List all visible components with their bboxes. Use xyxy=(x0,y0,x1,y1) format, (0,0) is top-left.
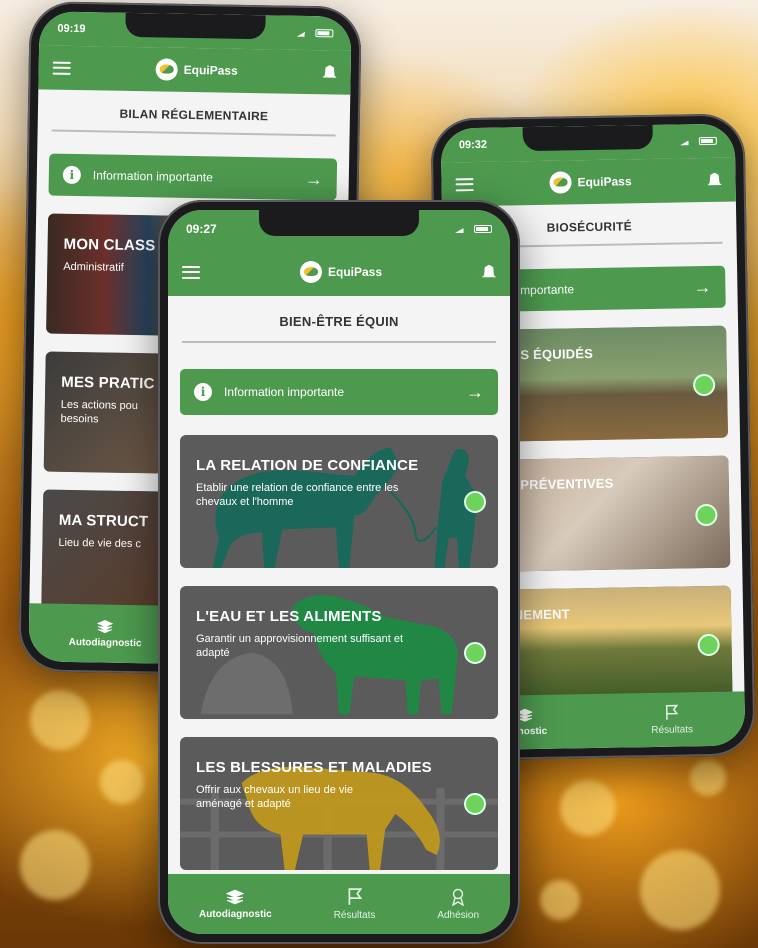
flag-icon xyxy=(665,704,679,720)
signal-icon xyxy=(455,225,469,233)
app-name: EquiPass xyxy=(577,174,632,190)
check-dot-icon xyxy=(464,491,486,513)
app-name: EquiPass xyxy=(327,265,383,279)
arrow-right-icon: → xyxy=(304,168,323,189)
info-important-button[interactable]: i Information importante → xyxy=(48,153,338,201)
phone-center: 09:27 EquiPass BIEN-ÊTRE ÉQUIN i Informa… xyxy=(158,200,520,944)
card-title: MES PRATIC xyxy=(61,373,155,393)
category-card-eau-aliments[interactable]: L'EAU ET LES ALIMENTS Garantir un approv… xyxy=(180,586,498,719)
battery-icon xyxy=(698,136,717,146)
bokeh-light xyxy=(690,760,726,796)
menu-icon[interactable] xyxy=(52,61,71,75)
equipass-logo xyxy=(549,171,572,194)
phone-center-screen: 09:27 EquiPass BIEN-ÊTRE ÉQUIN i Informa… xyxy=(168,210,510,934)
card-description: Garantir un approvisionnement suffisant … xyxy=(196,633,404,659)
card-title: LA RELATION DE CONFIANCE xyxy=(196,457,419,474)
status-time: 09:27 xyxy=(186,222,217,236)
info-icon: i xyxy=(194,383,212,401)
info-important-button[interactable]: i Information importante → xyxy=(180,369,498,415)
card-title: LES BLESSURES ET MALADIES xyxy=(196,759,432,776)
phone-notch xyxy=(125,12,266,40)
bokeh-light xyxy=(30,690,90,750)
app-bar: EquiPass xyxy=(441,157,736,207)
tab-autodiagnostic[interactable]: Autodiagnostic xyxy=(68,618,142,649)
stack-icon xyxy=(97,619,114,633)
signal-icon xyxy=(296,29,310,37)
tab-bar: Autodiagnostic Résultats Adhésion xyxy=(168,874,510,934)
signal-icon xyxy=(680,137,694,145)
card-title: MA STRUCT xyxy=(58,511,149,531)
card-title: MON CLASS xyxy=(63,235,156,255)
status-icons xyxy=(680,136,717,146)
tab-label: Résultats xyxy=(651,723,694,736)
info-icon: i xyxy=(62,165,82,185)
bokeh-light xyxy=(100,760,144,804)
battery-icon xyxy=(474,225,492,233)
arrow-right-icon: → xyxy=(466,381,484,402)
flag-icon xyxy=(348,887,362,905)
section-title: BILAN RÉGLEMENTAIRE xyxy=(51,89,337,137)
bell-icon[interactable] xyxy=(323,65,337,80)
check-dot-icon xyxy=(464,793,486,815)
battery-icon xyxy=(315,29,334,38)
tab-adhesion[interactable]: Adhésion xyxy=(437,888,479,921)
menu-icon[interactable] xyxy=(182,265,200,279)
horse-badge-icon xyxy=(452,888,465,906)
bell-icon[interactable] xyxy=(707,172,721,187)
card-description: Offrir aux chevaux un lieu de vie aménag… xyxy=(196,784,353,810)
category-card-blessures[interactable]: LES BLESSURES ET MALADIES Offrir aux che… xyxy=(180,737,498,870)
tab-autodiagnostic[interactable]: Autodiagnostic xyxy=(199,889,272,920)
category-card-relation[interactable]: LA RELATION DE CONFIANCE Etablir une rel… xyxy=(180,435,498,568)
tab-resultats[interactable]: Résultats xyxy=(651,704,693,736)
status-icons xyxy=(296,29,334,38)
app-bar: EquiPass xyxy=(38,45,352,95)
info-button-label: Information importante xyxy=(224,385,345,399)
equipass-logo xyxy=(155,58,178,81)
tab-label: Autodiagnostic xyxy=(198,908,272,920)
phone-notch xyxy=(522,124,653,152)
bokeh-light xyxy=(20,830,90,900)
status-time: 09:32 xyxy=(458,138,488,152)
phone-notch xyxy=(259,210,419,236)
stack-icon xyxy=(226,889,245,904)
card-description: Les actions pou besoins xyxy=(60,398,138,426)
tab-label: Adhésion xyxy=(437,909,480,921)
tab-label: Résultats xyxy=(333,909,376,921)
bokeh-light xyxy=(540,880,580,920)
tab-resultats[interactable]: Résultats xyxy=(333,887,376,921)
bokeh-light xyxy=(640,850,720,930)
brand: EquiPass xyxy=(549,170,632,194)
tab-label: Autodiagnostic xyxy=(68,636,142,649)
section-title: BIEN-ÊTRE ÉQUIN xyxy=(182,296,496,343)
status-icons xyxy=(455,225,492,233)
app-name: EquiPass xyxy=(183,62,238,78)
card-title: L'EAU ET LES ALIMENTS xyxy=(196,608,382,625)
arrow-right-icon: → xyxy=(693,276,712,297)
check-dot-icon xyxy=(464,642,486,664)
brand: EquiPass xyxy=(299,261,383,283)
bokeh-light xyxy=(560,780,616,836)
status-time: 09:19 xyxy=(57,22,86,36)
card-description: Etablir une relation de confiance entre … xyxy=(196,482,399,508)
menu-icon[interactable] xyxy=(455,177,474,191)
bell-icon[interactable] xyxy=(482,264,496,278)
brand: EquiPass xyxy=(155,58,238,81)
info-button-label: Information importante xyxy=(92,168,214,185)
equipass-logo xyxy=(299,261,322,283)
app-bar: EquiPass xyxy=(168,248,510,296)
